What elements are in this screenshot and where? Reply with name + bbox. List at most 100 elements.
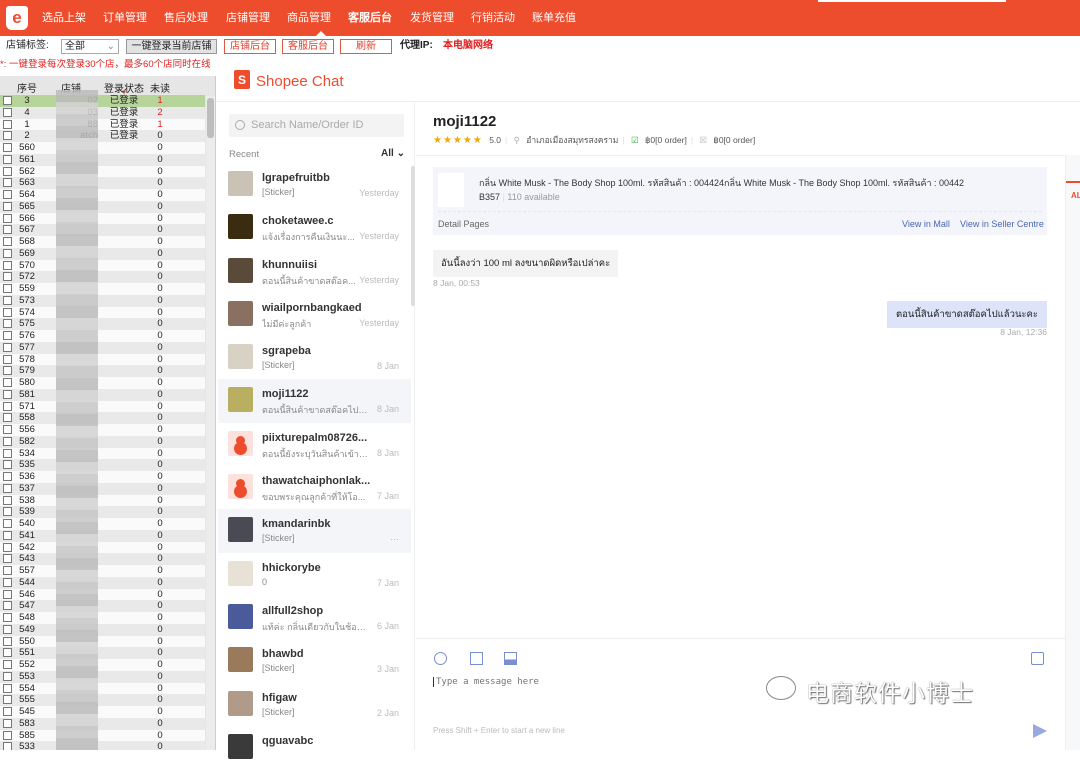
row-checkbox[interactable] [3, 472, 12, 481]
more-options-icon[interactable]: ··· [390, 534, 399, 544]
table-row[interactable]: 555 0 [0, 694, 205, 706]
table-row[interactable]: 561 0 [0, 153, 205, 166]
row-checkbox[interactable] [3, 566, 12, 575]
row-checkbox[interactable] [3, 331, 12, 340]
table-row[interactable]: 546 0 [0, 588, 205, 601]
login-current-shop-button[interactable]: 一键登录当前店铺 [126, 39, 217, 54]
row-checkbox[interactable] [3, 143, 12, 152]
view-in-mall-link[interactable]: View in Mall [902, 219, 950, 229]
product-tray-icon[interactable] [504, 652, 517, 665]
conversation-item[interactable]: wiailpornbangkaed ไม่มีค่ะลูกค้า Yesterd… [218, 293, 411, 336]
row-checkbox[interactable] [3, 248, 12, 258]
row-checkbox[interactable] [3, 624, 12, 634]
row-checkbox[interactable] [3, 342, 12, 352]
row-checkbox[interactable] [3, 695, 12, 705]
row-checkbox[interactable] [3, 648, 12, 658]
row-checkbox[interactable] [3, 483, 12, 493]
row-checkbox[interactable] [3, 354, 12, 364]
table-row[interactable]: 576 0 [0, 330, 205, 342]
table-row[interactable]: 560 0 [0, 142, 205, 154]
nav-item-after-sales[interactable]: 售后处理 [164, 0, 208, 36]
row-checkbox[interactable] [3, 401, 12, 411]
table-row[interactable]: 539 0 [0, 506, 205, 518]
conversation-item[interactable]: choketawee.c แจ้งเรื่องการคืนเงินนะ... Y… [218, 206, 411, 249]
row-checkbox[interactable] [3, 507, 12, 517]
table-row[interactable]: 538 0 [0, 494, 205, 507]
table-row[interactable]: 573 0 [0, 294, 205, 307]
row-checkbox[interactable] [3, 448, 12, 458]
table-row[interactable]: 574 0 [0, 306, 205, 319]
row-checkbox[interactable] [3, 213, 12, 223]
scrollbar-thumb[interactable] [207, 98, 214, 138]
row-checkbox[interactable] [3, 589, 12, 599]
conversation-item[interactable]: kmandarinbk [Sticker] ··· [218, 509, 411, 553]
table-row[interactable]: 585 0 [0, 729, 205, 742]
row-checkbox[interactable] [3, 119, 12, 129]
table-row[interactable]: 583 0 [0, 717, 205, 730]
row-checkbox[interactable] [3, 366, 12, 376]
conversation-item[interactable]: allfull2shop แท้ค่ะ กลิ่นเดียวกับในช้อปค… [218, 596, 411, 639]
conversation-item[interactable]: qguavabc [218, 726, 411, 769]
table-row[interactable]: 575 0 [0, 318, 205, 330]
table-row[interactable]: 568 0 [0, 236, 205, 248]
nav-item-billing[interactable]: 账单充值 [532, 0, 576, 36]
view-in-seller-centre-link[interactable]: View in Seller Centre [960, 219, 1044, 229]
table-row[interactable]: 543 0 [0, 553, 205, 565]
conversation-scrollbar[interactable] [411, 166, 415, 306]
table-row[interactable]: 540 0 [0, 518, 205, 530]
table-row[interactable]: 564 0 [0, 189, 205, 201]
table-row[interactable]: 567 0 [0, 224, 205, 236]
row-checkbox[interactable] [3, 495, 12, 505]
table-row[interactable]: 563 0 [0, 177, 205, 189]
row-checkbox[interactable] [3, 530, 12, 540]
row-checkbox[interactable] [3, 295, 12, 305]
row-checkbox[interactable] [3, 166, 12, 176]
row-checkbox[interactable] [3, 742, 12, 750]
nav-item-shop-management[interactable]: 店铺管理 [226, 0, 270, 36]
table-row[interactable]: 548 0 [0, 612, 205, 624]
row-checkbox[interactable] [3, 636, 12, 646]
table-row[interactable]: 551 0 [0, 647, 205, 659]
table-row[interactable]: 572 0 [0, 271, 205, 283]
search-input[interactable]: Search Name/Order ID [229, 114, 404, 137]
row-checkbox[interactable] [3, 389, 12, 399]
refresh-button[interactable]: 刷新 [340, 39, 392, 54]
row-checkbox[interactable] [3, 131, 12, 141]
nav-item-shipping[interactable]: 发货管理 [410, 0, 454, 36]
table-row[interactable]: 535 0 [0, 459, 205, 471]
row-checkbox[interactable] [3, 107, 12, 117]
row-checkbox[interactable] [3, 577, 12, 587]
nav-item-orders[interactable]: 订单管理 [103, 0, 147, 36]
image-icon[interactable] [470, 652, 483, 665]
table-row[interactable]: 554 0 [0, 682, 205, 695]
table-row[interactable]: 4 03 已登录 2 [0, 106, 205, 119]
row-checkbox[interactable] [3, 683, 12, 693]
table-row[interactable]: 550 0 [0, 635, 205, 648]
row-checkbox[interactable] [3, 660, 12, 669]
nav-item-customer-service[interactable]: 客服后台 [348, 0, 392, 36]
table-row[interactable]: 545 0 [0, 706, 205, 718]
row-checkbox[interactable] [3, 601, 12, 611]
nav-item-marketing[interactable]: 行销活动 [471, 0, 515, 36]
row-checkbox[interactable] [3, 460, 12, 470]
send-icon[interactable] [1033, 724, 1047, 738]
table-row[interactable]: 582 0 [0, 435, 205, 448]
filter-dropdown[interactable]: All ⌄ [381, 148, 405, 159]
row-checkbox[interactable] [3, 154, 12, 164]
conversation-item[interactable]: moji1122 ตอนนี้สินค้าขาดสต๊อคไปแน... 8 J… [218, 379, 411, 423]
conversation-item[interactable]: piixturepalm08726... ตอนนี้ยังระบุวันสิน… [218, 423, 411, 466]
row-checkbox[interactable] [3, 225, 12, 235]
table-row[interactable]: 2 atch 已登录 0 [0, 130, 205, 142]
table-row[interactable]: 553 0 [0, 670, 205, 683]
row-checkbox[interactable] [3, 201, 12, 211]
shop-backend-button[interactable]: 店铺后台 [224, 39, 276, 54]
table-row[interactable]: 556 0 [0, 424, 205, 436]
table-row[interactable]: 566 0 [0, 212, 205, 225]
col-unread[interactable]: 未读 [146, 80, 174, 95]
table-row[interactable]: 544 0 [0, 576, 205, 589]
row-checkbox[interactable] [3, 190, 12, 199]
row-checkbox[interactable] [3, 436, 12, 446]
row-checkbox[interactable] [3, 542, 12, 552]
shop-table-scrollbar[interactable] [206, 96, 215, 750]
row-checkbox[interactable] [3, 272, 12, 282]
